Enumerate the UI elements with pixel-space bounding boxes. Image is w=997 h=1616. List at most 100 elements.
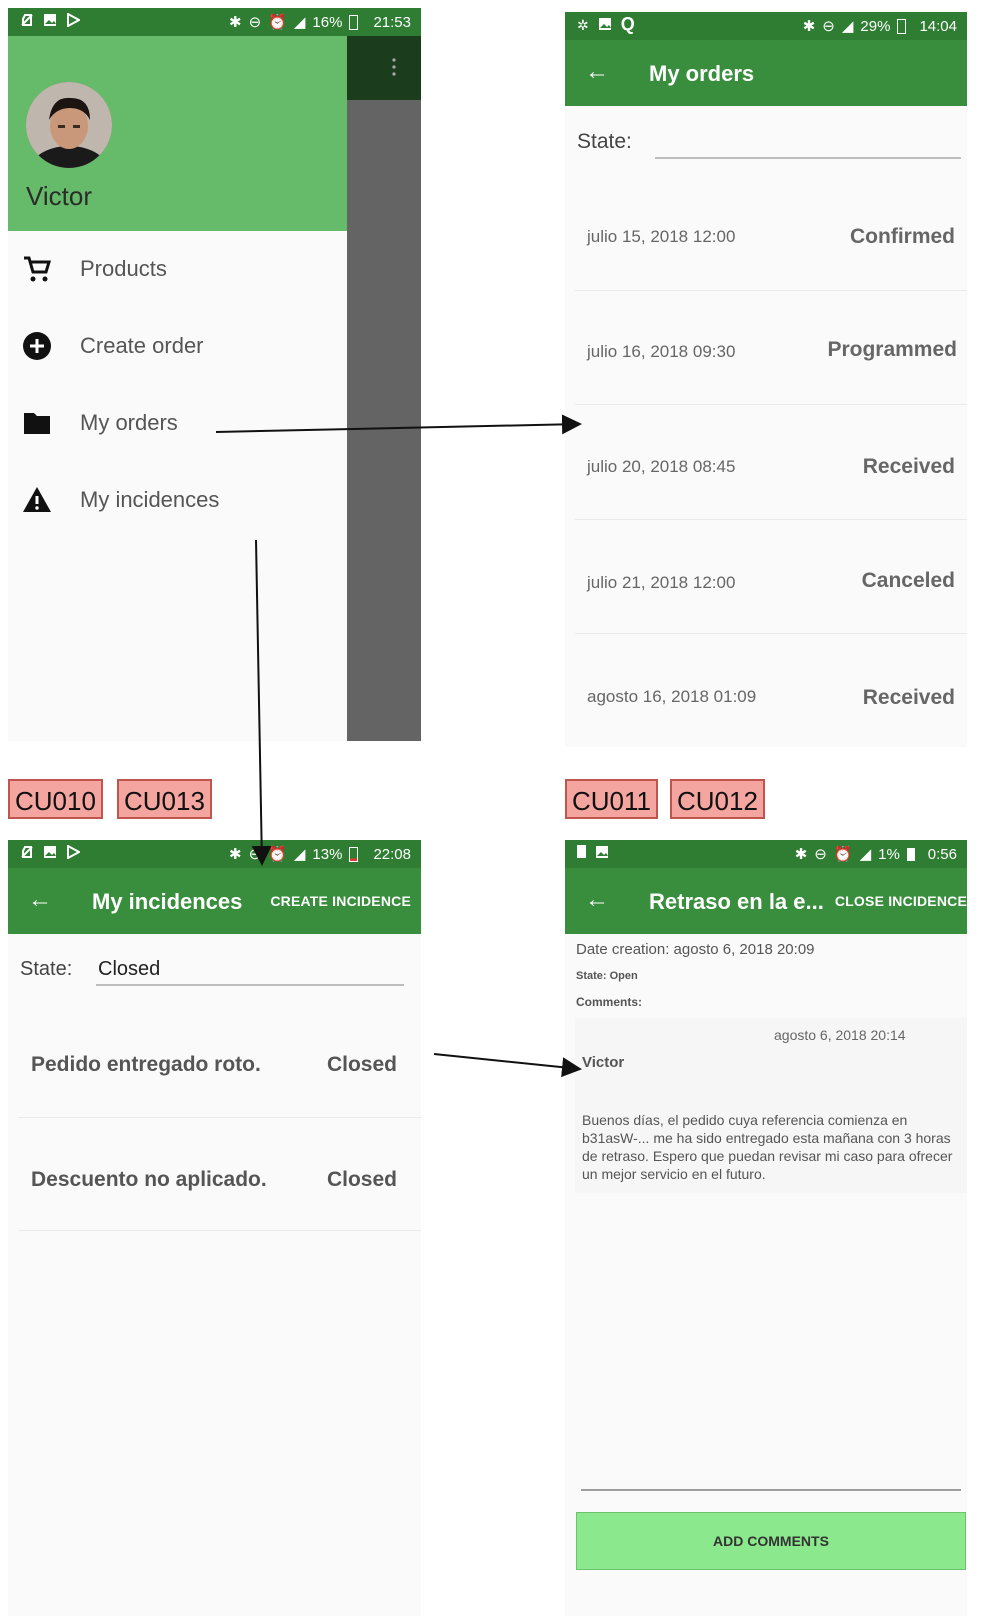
battery-percent: 16%	[312, 13, 343, 31]
signal-icon: ◢	[293, 846, 306, 863]
incidence-detail-screen: ✱ ⊖ ⏰ ◢ 1% 0:56 ← Retraso en la e... CLO…	[565, 840, 967, 1616]
order-row[interactable]: julio 16, 2018 09:30 Programmed	[565, 291, 967, 404]
signal-icon: ◢	[293, 14, 306, 31]
date-creation: Date creation: agosto 6, 2018 20:09	[576, 941, 815, 958]
order-state: Confirmed	[850, 225, 955, 248]
alarm-icon: ⏰	[833, 846, 853, 863]
page-title: My orders	[649, 61, 755, 86]
drawer-header: Victor	[8, 36, 347, 231]
folder-icon	[24, 413, 50, 434]
page-title: Retraso en la e...	[649, 889, 824, 914]
menu-item-products[interactable]: Products	[22, 249, 167, 289]
order-state: Programmed	[827, 338, 957, 361]
use-case-tag: CU010	[8, 779, 103, 819]
dnd-icon: ⊖	[248, 846, 262, 863]
status-bar: ✱ ⊖ ⏰ ◢ 1% 0:56	[565, 840, 967, 868]
order-state: Canceled	[861, 569, 955, 592]
play-store-icon	[67, 845, 80, 859]
close-incidence-button[interactable]: CLOSE INCIDENCE	[835, 893, 967, 909]
order-row[interactable]: agosto 16, 2018 01:09 Received	[565, 634, 967, 747]
state-filter-value: Closed	[98, 958, 161, 980]
menu-item-my-orders[interactable]: My orders	[22, 403, 178, 443]
incidence-title: Descuento no aplicado.	[31, 1168, 267, 1191]
back-arrow-icon[interactable]: ←	[28, 888, 52, 912]
battery-percent: 1%	[878, 845, 900, 863]
clock: 14:04	[919, 17, 957, 35]
back-arrow-icon[interactable]: ←	[585, 888, 609, 912]
state-label: State:	[20, 958, 73, 980]
image-icon	[598, 18, 611, 30]
no-sim-icon	[21, 14, 33, 26]
alarm-icon: ⏰	[268, 14, 287, 31]
app-bar: ← Retraso en la e... CLOSE INCIDENCE	[565, 868, 967, 934]
bluetooth-icon: ✱	[802, 18, 816, 35]
avatar[interactable]	[26, 82, 112, 168]
drawer-menu: Products Create order My orders My incid…	[8, 231, 347, 741]
incidence-state: Closed	[326, 1168, 397, 1191]
alarm-icon: ⏰	[268, 846, 287, 863]
comment-author: Victor	[582, 1054, 625, 1071]
search-icon: Q	[620, 14, 635, 34]
order-date: julio 15, 2018 12:00	[587, 227, 736, 246]
order-date: julio 16, 2018 09:30	[587, 342, 736, 361]
comment-date: agosto 6, 2018 20:14	[774, 1027, 906, 1043]
page-title: My incidences	[92, 889, 243, 914]
scrim[interactable]	[347, 8, 421, 741]
battery-icon	[349, 846, 359, 862]
order-state: Received	[862, 686, 955, 709]
state-label: State:	[577, 130, 632, 153]
incidence-row[interactable]: Descuento no aplicado. Closed	[8, 1118, 421, 1230]
order-row[interactable]: julio 15, 2018 12:00 Confirmed	[565, 177, 967, 290]
use-case-tag: CU013	[117, 779, 212, 819]
signal-icon: ◢	[859, 846, 872, 863]
state-text: State: Open	[576, 970, 638, 982]
app-bar: ← My incidences CREATE INCIDENCE	[8, 868, 421, 934]
bluetooth-icon: ✱	[229, 14, 242, 31]
comment-text: Buenos días, el pedido cuya referencia c…	[582, 1112, 953, 1182]
play-store-icon	[67, 13, 80, 27]
battery-icon	[349, 14, 359, 30]
status-bar: ✱ ⊖ ⏰ ◢ 16% 21:53	[8, 8, 421, 36]
orders-screen: ✲ Q ✱ ⊖ ◢ 29% 14:04 ← My orders State: j…	[565, 12, 967, 747]
overflow-menu-icon[interactable]	[392, 58, 396, 76]
incidence-title: Pedido entregado roto.	[31, 1053, 261, 1076]
clock: 0:56	[927, 845, 957, 863]
menu-item-my-incidences[interactable]: My incidences	[22, 480, 219, 520]
add-comments-button[interactable]: ADD COMMENTS	[576, 1512, 966, 1570]
battery-percent: 29%	[860, 17, 891, 35]
battery-icon	[897, 18, 907, 34]
order-row[interactable]: julio 21, 2018 12:00 Canceled	[565, 520, 967, 633]
image-icon	[44, 14, 56, 26]
bluetooth-icon: ✱	[794, 846, 808, 863]
comments-label: Comments:	[576, 995, 643, 1009]
user-name: Victor	[26, 181, 92, 211]
clock: 22:08	[373, 845, 411, 863]
dnd-icon: ⊖	[822, 18, 835, 35]
android-icon: ✲	[577, 17, 589, 33]
battery-icon	[906, 847, 915, 861]
order-state: Received	[862, 455, 955, 478]
back-arrow-icon[interactable]: ←	[585, 60, 609, 84]
signal-icon: ◢	[841, 18, 854, 35]
state-filter-input[interactable]: Closed	[96, 956, 404, 986]
cart-icon	[24, 256, 52, 282]
order-date: agosto 16, 2018 01:09	[587, 687, 757, 706]
order-row[interactable]: julio 20, 2018 08:45 Received	[565, 405, 967, 519]
status-bar: ✲ Q ✱ ⊖ ◢ 29% 14:04	[565, 12, 967, 40]
bluetooth-icon: ✱	[229, 846, 242, 863]
incidence-state: Closed	[326, 1053, 397, 1076]
clock: 21:53	[373, 13, 411, 31]
use-case-tag: CU011	[565, 779, 659, 819]
state-filter-input[interactable]	[655, 133, 961, 159]
order-date: julio 21, 2018 12:00	[587, 573, 736, 592]
comment-input[interactable]	[581, 1465, 961, 1491]
status-bar: ✱ ⊖ ⏰ ◢ 13% 22:08	[8, 840, 421, 868]
scrim-appbar	[347, 36, 421, 100]
incidence-row[interactable]: Pedido entregado roto. Closed	[8, 1005, 421, 1117]
incidences-screen: ✱ ⊖ ⏰ ◢ 13% 22:08 ← My incidences CREATE…	[8, 840, 421, 1616]
arrow-to-detail	[433, 1053, 582, 1078]
create-incidence-button[interactable]: CREATE INCIDENCE	[270, 893, 411, 909]
order-date: julio 20, 2018 08:45	[587, 457, 736, 476]
add-circle-icon	[23, 332, 51, 360]
menu-item-create-order[interactable]: Create order	[22, 326, 204, 366]
